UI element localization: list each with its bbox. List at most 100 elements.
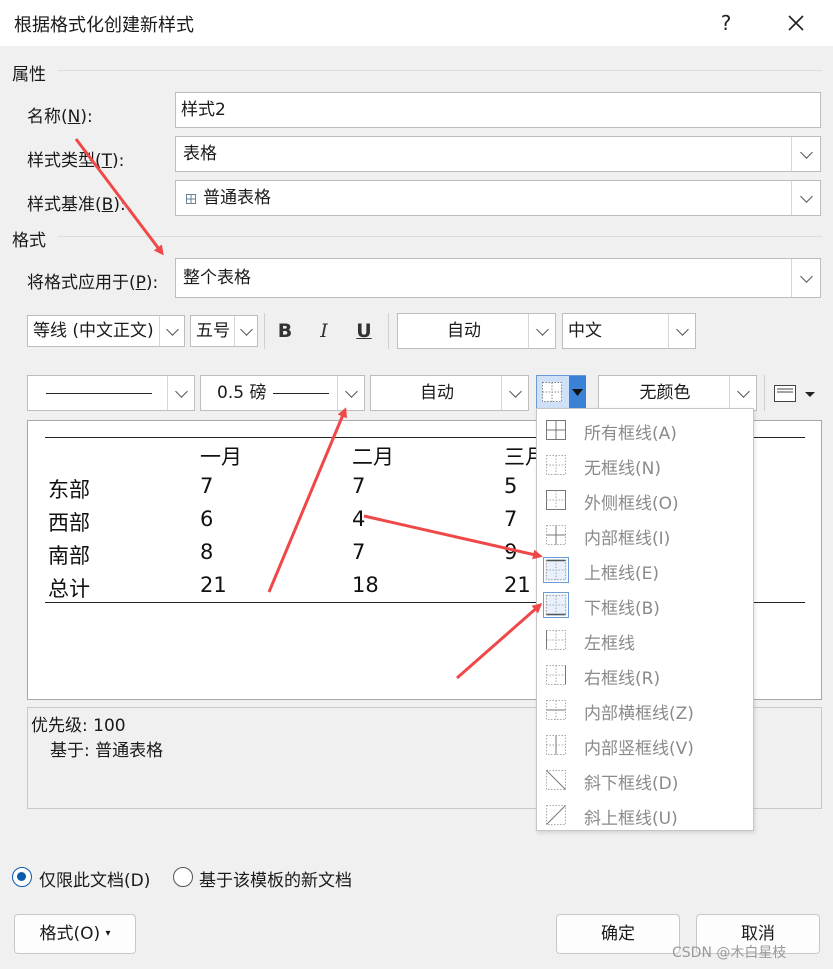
border-dropdown-toggle[interactable] <box>569 376 586 408</box>
preview-cell: 东部 <box>48 478 90 502</box>
border-split-button[interactable] <box>536 375 586 409</box>
preview-cell: 5 <box>504 474 518 498</box>
preview-cell: 7 <box>200 474 214 498</box>
border-menu-item[interactable]: 右框线(R) <box>537 657 753 692</box>
diagonal-down-border-icon <box>546 770 566 790</box>
font-color-select[interactable]: 自动 <box>397 313 556 349</box>
this-document-radio[interactable] <box>12 867 32 887</box>
template-radio[interactable] <box>173 867 193 887</box>
properties-separator <box>58 70 822 71</box>
preview-cell: 4 <box>352 507 366 531</box>
preview-cell: 7 <box>352 540 366 564</box>
italic-button[interactable]: I <box>309 314 339 348</box>
border-menu-item[interactable]: 无框线(N) <box>537 447 753 482</box>
chevron-down-icon[interactable] <box>234 316 257 346</box>
preview-header-cell: 一月 <box>200 445 242 469</box>
border-menu-item-label: 无框线(N) <box>584 459 661 479</box>
line-weight-select[interactable]: 0.5 磅 <box>200 375 365 411</box>
style-type-select[interactable]: 表格 <box>175 136 821 172</box>
border-menu-item[interactable]: 内部竖框线(V) <box>537 727 753 762</box>
format-menu-button[interactable]: 格式(O) ▾ <box>14 914 136 954</box>
line-style-select[interactable] <box>27 375 195 411</box>
caret-down-icon: ▾ <box>105 928 111 939</box>
format-button-label: 格式(O) <box>39 924 101 944</box>
border-menu-item-label: 外侧框线(O) <box>584 494 679 514</box>
chevron-down-icon[interactable] <box>729 376 756 410</box>
alignment-button[interactable] <box>773 382 821 406</box>
ok-button[interactable]: 确定 <box>556 914 680 954</box>
template-label[interactable]: 基于该模板的新文档 <box>199 866 352 891</box>
preview-cell: 西部 <box>48 511 90 535</box>
border-menu-item[interactable]: 所有框线(A) <box>537 412 753 447</box>
chevron-down-icon[interactable] <box>501 376 528 410</box>
chevron-down-icon[interactable] <box>791 181 820 215</box>
border-menu: 所有框线(A) 无框线(N) 外侧框线(O) 内部框线(I) 上框线(E) 下框线(B) 左… <box>536 408 754 831</box>
toolbar-divider <box>264 313 265 349</box>
style-type-label: 样式类型(T): <box>27 151 125 171</box>
border-menu-item-label: 所有框线(A) <box>584 424 677 444</box>
border-menu-item[interactable]: 斜下框线(D) <box>537 762 753 797</box>
border-menu-item[interactable]: 下框线(B) <box>537 587 753 622</box>
font-size-select[interactable]: 五号 <box>190 315 258 347</box>
border-menu-item-label: 内部竖框线(V) <box>584 739 694 759</box>
help-button[interactable]: ? <box>706 6 746 40</box>
line-weight-value: 0.5 磅 <box>217 383 267 403</box>
bold-button[interactable]: B <box>270 314 300 348</box>
table-style-icon <box>186 189 196 204</box>
close-button[interactable] <box>776 6 816 40</box>
right-border-icon <box>546 665 566 685</box>
script-select[interactable]: 中文 <box>562 313 696 349</box>
apply-to-select[interactable]: 整个表格 <box>175 258 821 298</box>
dialog-title: 根据格式化创建新样式 <box>14 15 194 36</box>
border-menu-item[interactable]: 斜上框线(U) <box>537 797 753 832</box>
based-on-text: 基于: 普通表格 <box>50 741 164 761</box>
shading-value: 无颜色 <box>639 383 691 403</box>
border-menu-item[interactable]: 外侧框线(O) <box>537 482 753 517</box>
preview-cell: 21 <box>504 573 531 597</box>
apply-to-value: 整个表格 <box>183 268 251 288</box>
toolbar-divider <box>388 313 389 349</box>
border-menu-item-label: 内部框线(I) <box>584 529 671 549</box>
style-base-label: 样式基准(B): <box>27 195 126 215</box>
chevron-down-icon[interactable] <box>791 259 820 297</box>
style-base-value: 普通表格 <box>203 188 271 208</box>
line-weight-preview <box>273 393 329 394</box>
preview-cell: 7 <box>352 474 366 498</box>
font-size-value: 五号 <box>196 321 230 341</box>
border-menu-item[interactable]: 内部框线(I) <box>537 517 753 552</box>
border-color-value: 自动 <box>420 383 454 403</box>
font-family-value: 等线 (中文正文) <box>33 321 154 341</box>
border-menu-item-label: 上框线(E) <box>584 564 660 584</box>
bottom-border-icon <box>542 382 562 402</box>
inside-borders-icon <box>546 525 566 545</box>
chevron-down-icon[interactable] <box>337 376 364 410</box>
border-menu-item[interactable]: 左框线 <box>537 622 753 657</box>
preview-cell: 7 <box>504 507 518 531</box>
border-menu-item[interactable]: 上框线(E) <box>537 552 753 587</box>
shading-select[interactable]: 无颜色 <box>598 375 757 411</box>
preview-cell: 9 <box>504 540 518 564</box>
border-menu-item-label: 内部横框线(Z) <box>584 704 694 724</box>
border-menu-item-label: 下框线(B) <box>584 599 660 619</box>
border-menu-item[interactable]: 内部横框线(Z) <box>537 692 753 727</box>
name-input[interactable]: 样式2 <box>175 92 821 128</box>
chevron-down-icon[interactable] <box>159 316 184 346</box>
font-family-select[interactable]: 等线 (中文正文) <box>27 315 185 347</box>
name-label: 名称(N): <box>27 107 93 127</box>
chevron-down-icon[interactable] <box>791 137 820 171</box>
watermark: CSDN @木白星枝 <box>672 945 787 961</box>
preview-header-cell: 二月 <box>352 445 394 469</box>
priority-text: 优先级: 100 <box>31 716 126 736</box>
border-color-select[interactable]: 自动 <box>370 375 529 411</box>
chevron-down-icon[interactable] <box>668 314 695 348</box>
chevron-down-icon[interactable] <box>167 376 194 410</box>
this-document-label[interactable]: 仅限此文档(D) <box>39 866 150 891</box>
underline-button[interactable]: U <box>349 314 379 348</box>
style-base-select[interactable]: 普通表格 <box>175 180 821 216</box>
chevron-down-icon[interactable] <box>528 314 555 348</box>
caret-down-icon <box>572 389 583 396</box>
bottom-border-icon <box>543 592 569 618</box>
preview-cell: 21 <box>200 573 227 597</box>
top-border-icon <box>543 557 569 583</box>
border-menu-item-label: 斜上框线(U) <box>584 809 678 829</box>
